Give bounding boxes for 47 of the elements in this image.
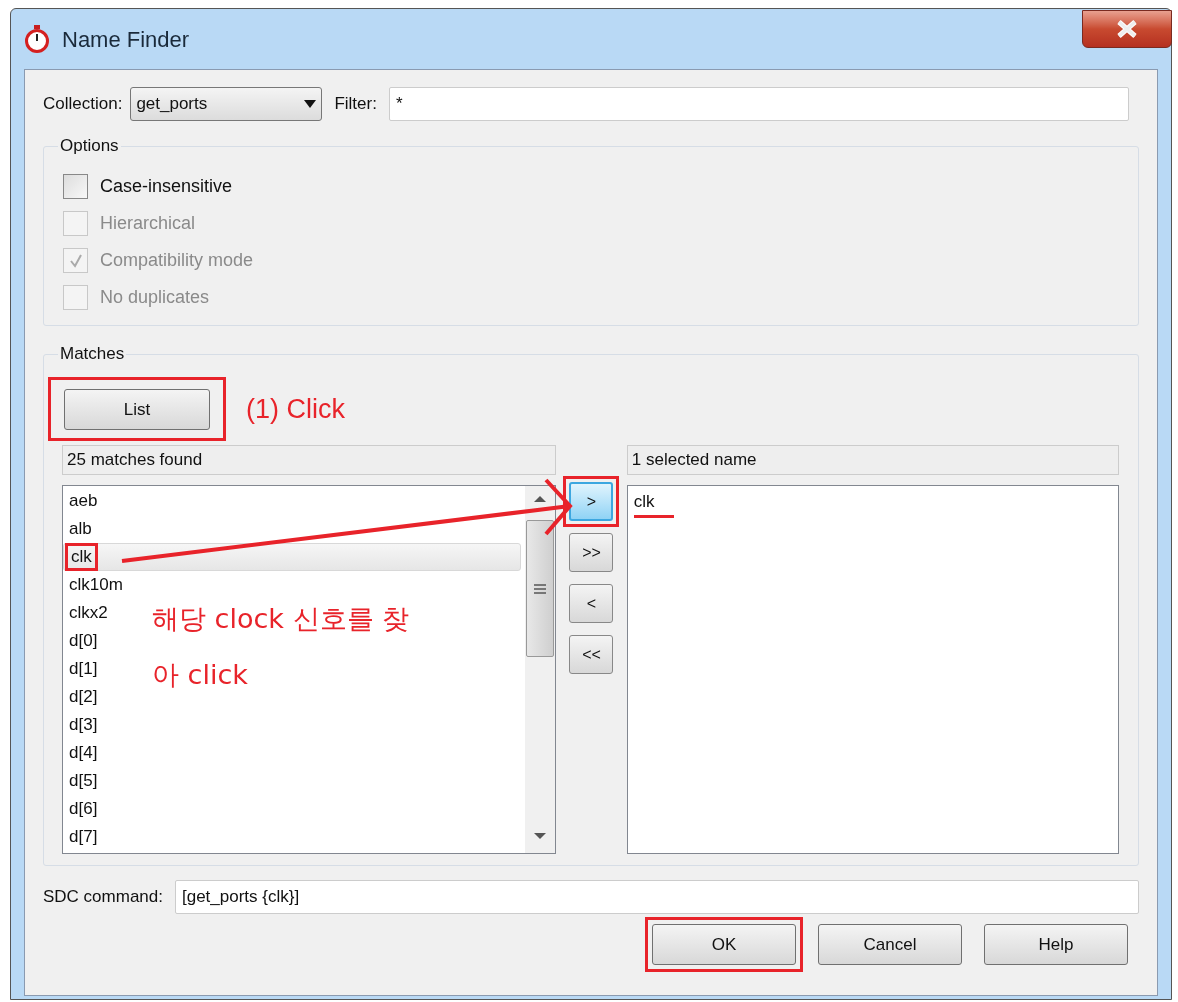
window-title: Name Finder bbox=[62, 25, 190, 54]
transfer-button[interactable]: >> bbox=[569, 533, 614, 572]
checkbox[interactable] bbox=[63, 174, 88, 199]
list-item[interactable]: d[6] bbox=[63, 795, 102, 823]
check-icon bbox=[67, 252, 84, 269]
grip-icon bbox=[534, 583, 547, 594]
checkbox-label: Case-insensitive bbox=[100, 175, 233, 198]
checkbox-label: No duplicates bbox=[100, 286, 210, 309]
scroll-up-icon bbox=[534, 496, 547, 502]
list-button[interactable]: List bbox=[64, 389, 210, 430]
selected-item[interactable]: clk bbox=[633, 489, 674, 518]
list-item[interactable]: d[2] bbox=[63, 683, 102, 711]
sdc-command-label: SDC command: bbox=[43, 886, 163, 909]
dialog-button[interactable]: Help bbox=[984, 924, 1128, 965]
matches-count-label: 25 matches found bbox=[62, 445, 557, 475]
list-item[interactable]: d[7] bbox=[63, 823, 102, 851]
list-item[interactable]: d[3] bbox=[63, 711, 102, 739]
dialog-button[interactable]: OK bbox=[652, 924, 796, 965]
list-item[interactable]: clk10m bbox=[63, 571, 127, 599]
sdc-command-field[interactable]: [get_ports {clk}] bbox=[175, 880, 1139, 914]
dropdown-arrow-icon bbox=[304, 100, 317, 108]
transfer-button[interactable]: << bbox=[569, 635, 614, 674]
list-item[interactable]: d[0] bbox=[63, 627, 102, 655]
list-item[interactable]: d[5] bbox=[63, 767, 102, 795]
list-item[interactable]: clkx2 bbox=[63, 599, 112, 627]
collection-label: Collection: bbox=[43, 93, 123, 116]
list-item[interactable]: d[4] bbox=[63, 739, 102, 767]
checkbox-label: Compatibility mode bbox=[100, 249, 254, 272]
list-item[interactable]: clk bbox=[63, 543, 522, 571]
scroll-down-icon bbox=[534, 833, 547, 839]
close-button[interactable] bbox=[1082, 10, 1172, 48]
transfer-button[interactable]: > bbox=[569, 482, 614, 521]
filter-field[interactable]: * bbox=[388, 87, 1129, 121]
checkbox-label: Hierarchical bbox=[100, 212, 196, 235]
dialog-button[interactable]: Cancel bbox=[818, 924, 962, 965]
annotation-text: 아 click bbox=[152, 658, 249, 692]
filter-label: Filter: bbox=[334, 93, 377, 116]
list-item[interactable]: alb bbox=[63, 515, 96, 543]
close-icon bbox=[1116, 20, 1138, 38]
stopwatch-icon bbox=[24, 25, 50, 53]
annotation-text: (1) Click bbox=[246, 392, 345, 426]
transfer-button[interactable]: < bbox=[569, 584, 614, 623]
list-item[interactable]: d[1] bbox=[63, 655, 102, 683]
list-item[interactable]: aeb bbox=[63, 487, 102, 515]
collection-dropdown[interactable]: get_ports bbox=[130, 87, 323, 121]
selected-count-label: 1 selected name bbox=[626, 445, 1119, 475]
annotation-text: 해당 clock 신호를 찾 bbox=[152, 602, 410, 636]
